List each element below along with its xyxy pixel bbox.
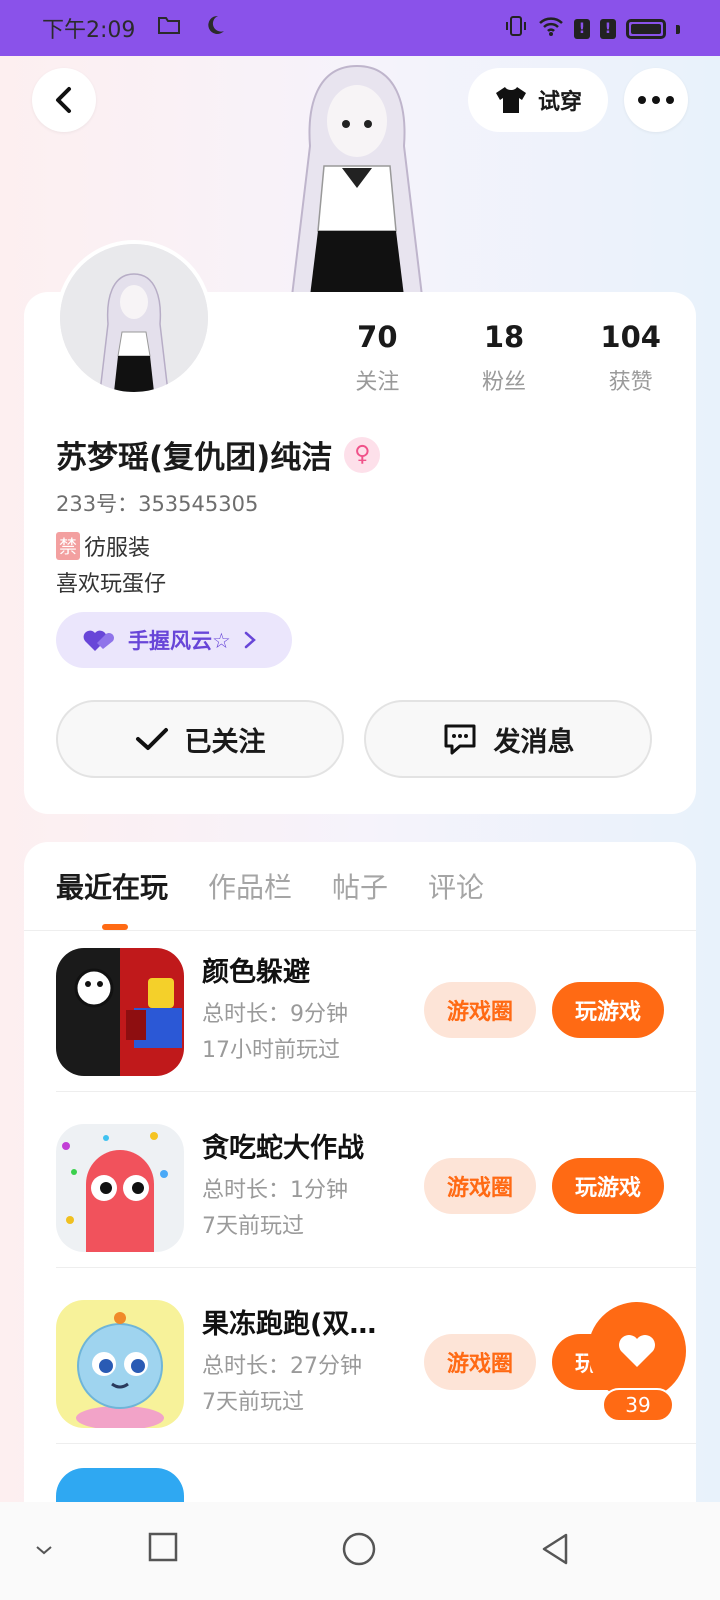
stat-number: 18 <box>483 320 525 354</box>
activity-card: 最近在玩 作品栏 帖子 评论 颜色躲避 总时长：9分钟 17小时前玩过 游戏圈 … <box>24 842 696 1502</box>
play-game-button[interactable]: 玩游戏 <box>552 1158 664 1214</box>
female-gender-icon: ♀ <box>344 436 381 473</box>
stat-number: 70 <box>357 320 398 354</box>
status-time: 下午2:09 <box>42 18 136 43</box>
message-label: 发消息 <box>493 726 575 758</box>
name-row: 苏梦瑶(复仇团)纯洁 ♀ <box>56 432 381 477</box>
home-icon[interactable] <box>342 1532 376 1570</box>
like-button[interactable] <box>588 1302 686 1400</box>
game-circle-button[interactable]: 游戏圈 <box>424 982 536 1038</box>
game-title: 贪吃蛇大作战 <box>202 1133 364 1164</box>
tab-works[interactable]: 作品栏 <box>208 866 292 906</box>
game-circle-button[interactable]: 游戏圈 <box>424 1334 536 1390</box>
checkmark-icon <box>135 728 168 750</box>
tab-recent-played[interactable]: 最近在玩 <box>56 866 168 906</box>
system-nav-bar <box>0 1502 720 1600</box>
chat-bubble-icon <box>444 724 475 755</box>
character-avatar-image <box>290 64 424 296</box>
clan-pill[interactable]: 手握风云☆ <box>56 612 292 668</box>
user-avatar[interactable] <box>56 240 212 396</box>
vibrate-icon <box>504 14 528 44</box>
user-name: 苏梦瑶(复仇团)纯洁 <box>56 440 333 476</box>
game-icon-partial[interactable] <box>56 1468 184 1502</box>
bio-line-2: 喜欢玩蛋仔 <box>56 572 167 597</box>
followed-button[interactable]: 已关注 <box>56 700 344 778</box>
tab-posts[interactable]: 帖子 <box>332 866 388 906</box>
game-duration: 总时长：9分钟 <box>202 1002 348 1027</box>
game-last-played: 7天前玩过 <box>202 1214 304 1239</box>
game-title: 颜色躲避 <box>202 957 310 988</box>
game-icon-snake[interactable] <box>56 1124 184 1252</box>
followed-label: 已关注 <box>184 726 266 758</box>
stat-likes[interactable]: 104 获赞 <box>567 320 694 396</box>
game-circle-button[interactable]: 游戏圈 <box>424 1158 536 1214</box>
stat-label: 粉丝 <box>482 370 527 395</box>
stat-following[interactable]: 70 关注 <box>314 320 441 396</box>
back-button[interactable] <box>32 68 96 132</box>
folder-icon <box>157 15 181 41</box>
game-duration: 总时长：1分钟 <box>202 1178 348 1203</box>
hearts-icon <box>83 630 114 651</box>
divider <box>56 1443 696 1444</box>
bio-text-1: 彷服装 <box>84 536 151 561</box>
wifi-icon <box>538 15 564 43</box>
tryon-button[interactable]: 试穿 <box>468 68 608 132</box>
more-dots-icon <box>638 96 674 104</box>
stat-number: 104 <box>600 320 661 354</box>
more-options-button[interactable] <box>624 68 688 132</box>
battery-nub <box>676 24 680 34</box>
tshirt-icon <box>495 87 526 113</box>
user-id: 233号：353545305 <box>56 492 259 516</box>
like-count: 39 <box>602 1388 674 1422</box>
game-last-played: 7天前玩过 <box>202 1390 304 1415</box>
chevron-right-icon <box>244 631 256 649</box>
battery-icon <box>626 19 666 39</box>
tryon-label: 试穿 <box>537 90 582 115</box>
send-message-button[interactable]: 发消息 <box>364 700 652 778</box>
chevron-left-icon <box>56 87 71 113</box>
ban-tag: 禁 <box>56 532 80 560</box>
moon-icon <box>203 13 227 43</box>
game-row[interactable]: 贪吃蛇大作战 总时长：1分钟 7天前玩过 游戏圈 玩游戏 <box>24 1092 696 1268</box>
game-icon-jelly-run[interactable] <box>56 1300 184 1428</box>
tab-comments[interactable]: 评论 <box>428 866 484 906</box>
bio-line-1: 禁 彷服装 <box>56 530 150 562</box>
game-icon-color-dodge[interactable] <box>56 948 184 1076</box>
game-duration: 总时长：27分钟 <box>202 1354 362 1379</box>
game-title: 果冻跑跑(双旦… <box>202 1309 402 1340</box>
status-right: ! ! <box>504 14 680 44</box>
play-game-button[interactable]: 玩游戏 <box>552 982 664 1038</box>
signal-alert-icon: ! <box>574 19 590 39</box>
collapse-chevron-icon[interactable] <box>34 1542 54 1561</box>
stat-followers[interactable]: 18 粉丝 <box>441 320 568 396</box>
stat-label: 获赞 <box>608 370 653 395</box>
recent-apps-icon[interactable] <box>148 1532 178 1566</box>
signal-alert-icon: ! <box>600 19 616 39</box>
heart-icon <box>619 1335 655 1367</box>
status-bar: 下午2:09 ! ! <box>0 0 720 56</box>
tab-bar: 最近在玩 作品栏 帖子 评论 <box>56 866 484 906</box>
clan-name: 手握风云☆ <box>128 629 231 653</box>
game-last-played: 17小时前玩过 <box>202 1038 340 1063</box>
back-triangle-icon[interactable] <box>540 1532 570 1570</box>
avatar-image <box>60 244 208 392</box>
game-row[interactable]: 颜色躲避 总时长：9分钟 17小时前玩过 游戏圈 玩游戏 <box>24 916 696 1092</box>
stat-label: 关注 <box>355 370 400 395</box>
profile-stats: 70 关注 18 粉丝 104 获赞 <box>314 320 694 396</box>
